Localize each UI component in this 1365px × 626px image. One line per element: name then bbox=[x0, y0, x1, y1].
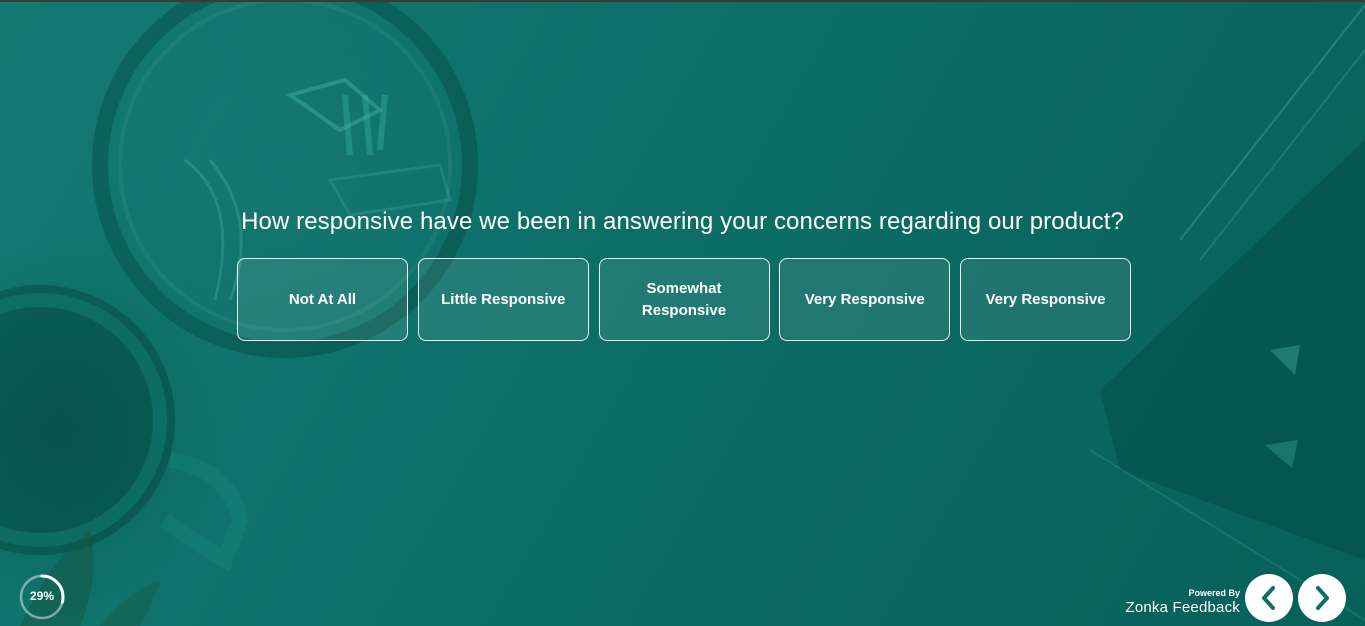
progress-indicator: 29% bbox=[18, 573, 66, 621]
option-very-responsive-2[interactable]: Very Responsive bbox=[960, 258, 1131, 341]
powered-by-branding[interactable]: Powered By Zonka Feedback bbox=[1125, 588, 1240, 617]
question-title: How responsive have we been in answering… bbox=[241, 208, 1124, 235]
progress-percentage: 29% bbox=[29, 589, 55, 603]
option-somewhat-responsive[interactable]: Somewhat Responsive bbox=[598, 258, 770, 341]
answer-options: Not At All Little Responsive Somewhat Re… bbox=[237, 258, 1131, 341]
powered-by-label: Powered By bbox=[1188, 588, 1240, 598]
chevron-left-icon bbox=[1262, 586, 1275, 610]
chevron-right-icon bbox=[1316, 586, 1329, 610]
next-button[interactable] bbox=[1298, 574, 1346, 622]
option-not-at-all[interactable]: Not At All bbox=[237, 258, 408, 341]
previous-button[interactable] bbox=[1245, 574, 1293, 622]
top-border bbox=[0, 0, 1365, 2]
option-very-responsive[interactable]: Very Responsive bbox=[779, 258, 951, 341]
option-little-responsive[interactable]: Little Responsive bbox=[417, 258, 589, 341]
brand-name: Zonka Feedback bbox=[1125, 599, 1240, 616]
